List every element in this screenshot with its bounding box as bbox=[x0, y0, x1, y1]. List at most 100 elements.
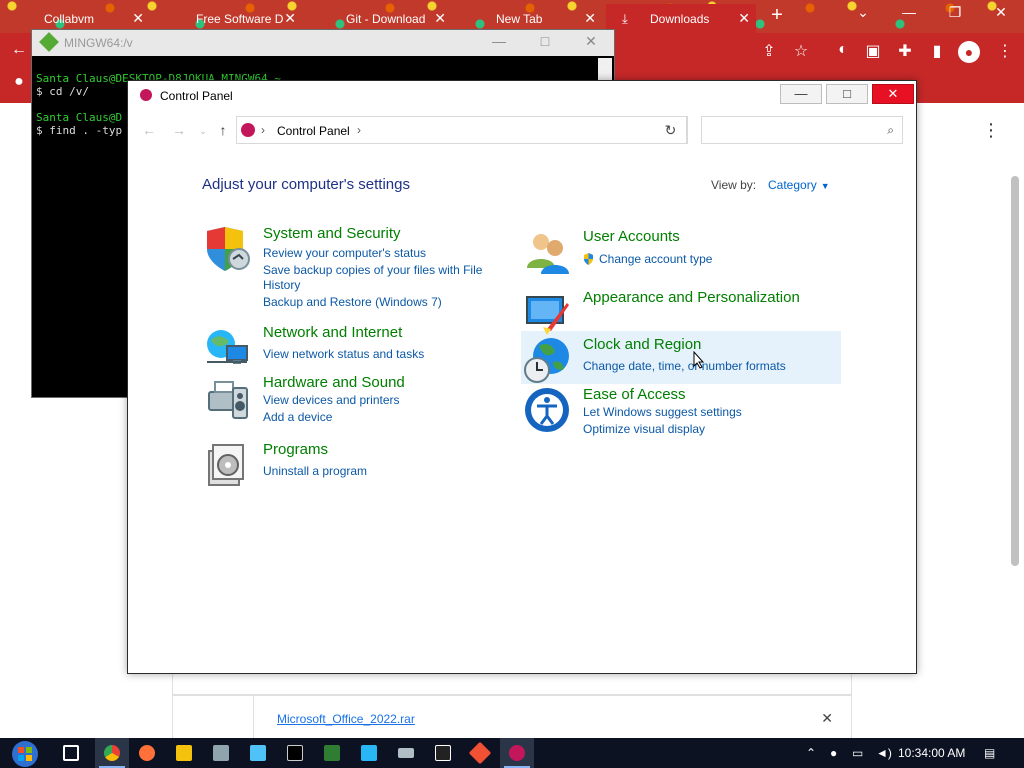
download-file-link[interactable]: Microsoft_Office_2022.rar bbox=[277, 712, 415, 726]
start-button-icon[interactable] bbox=[8, 740, 42, 768]
git-bash-icon bbox=[39, 32, 59, 52]
7zip-icon[interactable] bbox=[426, 738, 460, 768]
keyboard-icon[interactable] bbox=[389, 738, 423, 768]
category-title[interactable]: Programs bbox=[263, 441, 328, 458]
close-button[interactable]: ✕ bbox=[872, 84, 914, 104]
recent-locations-icon[interactable]: ⌄ bbox=[194, 126, 212, 137]
tab-downloads[interactable]: ⤓ Downloads ✕ bbox=[606, 4, 756, 33]
puzzle-icon[interactable]: ✚ bbox=[894, 41, 916, 63]
link-file-history[interactable]: Save backup copies of your files with Fi… bbox=[263, 263, 493, 293]
command-prompt-icon[interactable] bbox=[278, 738, 312, 768]
category-title[interactable]: Ease of Access bbox=[583, 386, 686, 403]
category-title[interactable]: System and Security bbox=[263, 225, 401, 242]
tab-search-icon[interactable]: ⌄ bbox=[840, 4, 886, 28]
link-text: Change account type bbox=[599, 252, 713, 266]
tray-chevron-up-icon[interactable]: ⌃ bbox=[806, 746, 816, 760]
restore-icon[interactable]: ❐ bbox=[932, 4, 978, 28]
maximize-button[interactable]: □ bbox=[826, 84, 868, 104]
category-user-accounts: User Accounts Change account type bbox=[523, 228, 843, 276]
link-backup-restore[interactable]: Backup and Restore (Windows 7) bbox=[263, 295, 442, 310]
download-icon: ⤓ bbox=[622, 11, 628, 26]
page-scrollbar[interactable] bbox=[1008, 160, 1022, 740]
maximize-icon[interactable]: □ bbox=[528, 33, 562, 53]
search-icon[interactable]: ⌕ bbox=[887, 123, 894, 138]
microphone-icon[interactable]: ● bbox=[830, 746, 837, 760]
link-network-status[interactable]: View network status and tasks bbox=[263, 347, 424, 362]
chrome-taskbar-icon[interactable] bbox=[95, 738, 129, 768]
close-icon[interactable]: ✕ bbox=[284, 10, 296, 27]
category-title[interactable]: Network and Internet bbox=[263, 324, 402, 341]
remove-download-icon[interactable]: ✕ bbox=[821, 710, 833, 727]
image-viewer-icon[interactable] bbox=[204, 738, 238, 768]
window-title: Control Panel bbox=[160, 89, 233, 103]
control-panel-icon bbox=[241, 123, 255, 137]
task-view-icon[interactable] bbox=[54, 738, 88, 768]
terminal-titlebar[interactable]: MINGW64:/v — □ ✕ bbox=[32, 30, 614, 56]
lock-icon: ● bbox=[14, 73, 24, 90]
link-add-device[interactable]: Add a device bbox=[263, 410, 332, 425]
close-icon[interactable]: ✕ bbox=[132, 10, 144, 27]
address-path[interactable]: Control Panel bbox=[277, 124, 350, 138]
minimize-button[interactable]: — bbox=[780, 84, 822, 104]
monitor-icon[interactable] bbox=[241, 738, 275, 768]
extension-s-icon[interactable]: ▣ bbox=[862, 41, 884, 63]
chevron-right-icon[interactable]: › bbox=[261, 123, 265, 137]
up-arrow-icon[interactable]: ↑ bbox=[214, 122, 232, 138]
close-icon[interactable]: ✕ bbox=[574, 33, 608, 53]
close-icon[interactable]: ✕ bbox=[584, 10, 596, 27]
shield-icon bbox=[207, 227, 250, 271]
link-change-account-type[interactable]: Change account type bbox=[583, 252, 712, 267]
scrollbar-thumb[interactable] bbox=[1011, 176, 1019, 566]
category-title[interactable]: Clock and Region bbox=[583, 336, 701, 353]
back-arrow-icon[interactable]: ← bbox=[140, 122, 158, 138]
tab-label: Free Software D bbox=[196, 12, 284, 26]
category-title[interactable]: User Accounts bbox=[583, 228, 680, 245]
category-clock-and-region: Clock and Region Change date, time, or n… bbox=[523, 336, 843, 384]
share-icon[interactable]: ⇪ bbox=[758, 41, 780, 63]
control-panel-taskbar-icon[interactable] bbox=[500, 738, 534, 768]
forward-arrow-icon[interactable]: → bbox=[170, 122, 188, 138]
spreadsheet-icon[interactable] bbox=[315, 738, 349, 768]
taskbar-clock[interactable]: 10:34:00 AM bbox=[898, 746, 965, 760]
link-devices-printers[interactable]: View devices and printers bbox=[263, 393, 400, 408]
link-windows-suggest[interactable]: Let Windows suggest settings bbox=[583, 405, 742, 420]
close-icon[interactable]: ✕ bbox=[978, 4, 1024, 28]
link-review-status[interactable]: Review your computer's status bbox=[263, 246, 426, 261]
refresh-button[interactable]: ↻ bbox=[654, 116, 688, 144]
view-by-dropdown[interactable]: Category ▼ bbox=[768, 178, 830, 192]
network-icon bbox=[207, 330, 248, 364]
link-uninstall-program[interactable]: Uninstall a program bbox=[263, 464, 367, 479]
address-bar[interactable]: › Control Panel › ⌄ bbox=[236, 116, 741, 144]
uac-shield-icon bbox=[584, 253, 593, 265]
new-tab-button[interactable]: + bbox=[766, 4, 788, 27]
category-appearance-and-personalization: Appearance and Personalization bbox=[523, 289, 843, 337]
close-icon[interactable]: ✕ bbox=[738, 10, 750, 27]
action-center-icon[interactable]: ▤ bbox=[984, 746, 995, 760]
link-optimize-display[interactable]: Optimize visual display bbox=[583, 422, 705, 437]
firefox-taskbar-icon[interactable] bbox=[130, 738, 164, 768]
search-input[interactable] bbox=[706, 121, 876, 139]
network-tray-icon[interactable]: ▭ bbox=[852, 746, 863, 760]
profile-avatar-icon[interactable]: ● bbox=[958, 41, 980, 63]
chevron-right-icon[interactable]: › bbox=[357, 123, 361, 137]
control-panel-titlebar[interactable]: Control Panel — □ ✕ bbox=[128, 81, 916, 109]
side-panel-icon[interactable]: ▮ bbox=[926, 41, 948, 63]
category-ease-of-access: Ease of Access Let Windows suggest setti… bbox=[523, 386, 843, 437]
git-icon[interactable] bbox=[463, 738, 497, 768]
back-arrow-icon[interactable]: ← bbox=[8, 41, 30, 63]
volume-icon[interactable]: ◄) bbox=[876, 746, 892, 760]
bookmark-star-icon[interactable]: ☆ bbox=[790, 41, 812, 63]
close-icon[interactable]: ✕ bbox=[434, 10, 446, 27]
category-title[interactable]: Appearance and Personalization bbox=[583, 289, 800, 306]
grid-app-icon[interactable] bbox=[352, 738, 386, 768]
search-box[interactable]: ⌕ bbox=[701, 116, 903, 144]
downloads-menu-icon[interactable]: ⋮ bbox=[982, 120, 1000, 141]
link-change-date-time[interactable]: Change date, time, or number formats bbox=[583, 359, 786, 374]
extension-flag-icon[interactable]: ◐ bbox=[832, 41, 854, 63]
control-panel-window[interactable]: Control Panel — □ ✕ ← → ⌄ ↑ › Control Pa… bbox=[127, 80, 917, 674]
menu-kebab-icon[interactable]: ⋮ bbox=[994, 41, 1016, 63]
file-explorer-icon[interactable] bbox=[167, 738, 201, 768]
category-title[interactable]: Hardware and Sound bbox=[263, 374, 405, 391]
minimize-icon[interactable]: — bbox=[482, 33, 516, 53]
minimize-icon[interactable]: — bbox=[886, 4, 932, 28]
